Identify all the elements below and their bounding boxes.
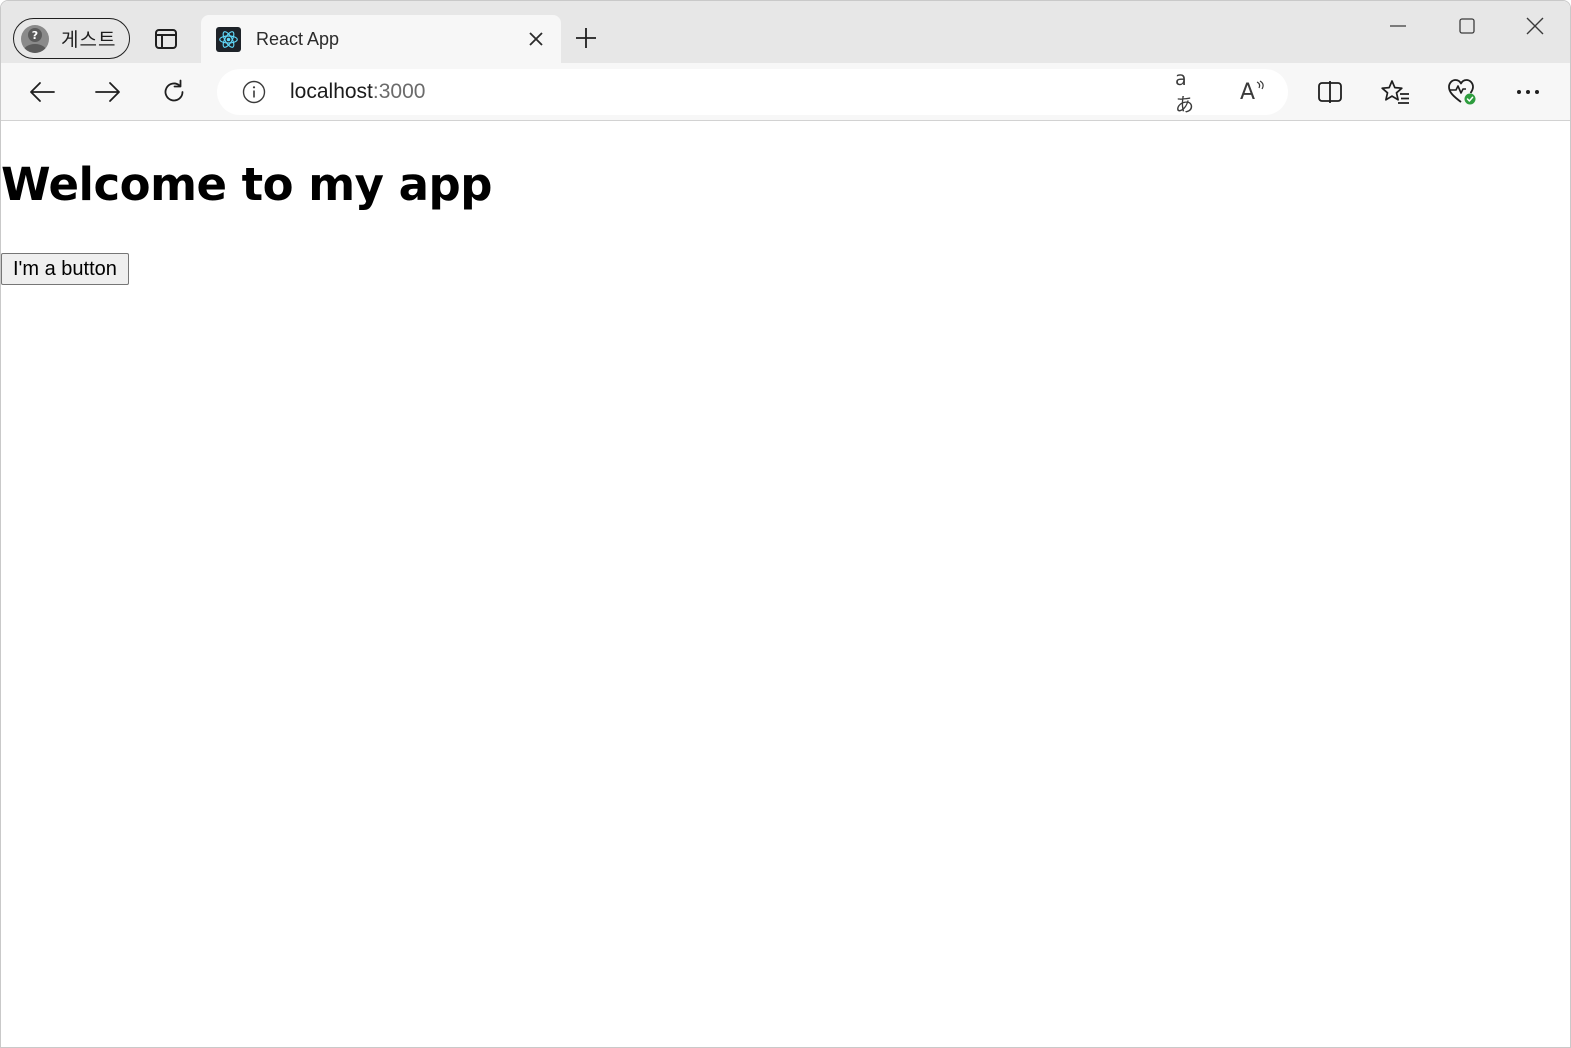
url-text[interactable]: localhost:3000	[290, 80, 425, 104]
tab-strip: ? 게스트 React App	[1, 1, 1570, 63]
browser-window: ? 게스트 React App localhost:3000 aあ A Welc…	[0, 0, 1571, 1048]
translate-button[interactable]: aあ	[1175, 68, 1205, 116]
close-icon	[529, 32, 543, 46]
svg-text:?: ?	[32, 29, 38, 42]
split-screen-icon	[1318, 81, 1342, 103]
guest-avatar-icon: ?	[21, 24, 49, 53]
url-port: :3000	[372, 80, 426, 103]
maximize-button[interactable]	[1444, 9, 1490, 43]
minimize-icon	[1390, 25, 1406, 27]
more-horizontal-icon	[1517, 90, 1539, 94]
forward-button[interactable]	[88, 72, 128, 112]
page-title: Welcome to my app	[1, 158, 492, 211]
plus-icon	[576, 28, 596, 48]
refresh-icon	[164, 79, 184, 102]
refresh-button[interactable]	[154, 72, 194, 112]
maximize-icon	[1459, 18, 1475, 34]
back-button[interactable]	[22, 72, 62, 112]
tab-actions-button[interactable]	[149, 23, 183, 55]
tab-title: React App	[256, 28, 340, 49]
heart-pulse-icon	[1448, 79, 1476, 105]
tab-close-button[interactable]	[525, 28, 547, 50]
arrow-left-icon	[30, 82, 55, 102]
translate-icon: aあ	[1175, 67, 1195, 116]
star-list-icon	[1381, 80, 1409, 104]
im-a-button[interactable]: I'm a button	[1, 253, 129, 285]
arrow-right-icon	[95, 82, 120, 102]
info-icon	[242, 80, 266, 104]
profile-button[interactable]: ? 게스트	[13, 18, 130, 59]
minimize-button[interactable]	[1375, 9, 1421, 43]
page-viewport: Welcome to my app I'm a button	[1, 122, 1570, 1047]
react-logo-icon	[216, 26, 241, 52]
url-host: localhost	[290, 80, 373, 103]
profile-label: 게스트	[61, 30, 117, 51]
site-info-button[interactable]	[241, 79, 267, 105]
tab-react-app[interactable]: React App	[201, 15, 561, 63]
browser-essentials-button[interactable]	[1445, 75, 1479, 109]
split-screen-button[interactable]	[1313, 75, 1347, 109]
window-close-button[interactable]	[1512, 9, 1558, 43]
read-aloud-button[interactable]: A	[1236, 78, 1266, 106]
favorites-button[interactable]	[1379, 75, 1413, 109]
tab-actions-icon	[155, 29, 177, 49]
browser-toolbar: localhost:3000 aあ A	[1, 63, 1570, 121]
new-tab-button[interactable]	[571, 23, 601, 53]
read-aloud-icon: A	[1237, 79, 1265, 105]
address-bar[interactable]: localhost:3000 aあ A	[217, 68, 1288, 116]
close-icon	[1526, 17, 1544, 35]
settings-and-more-button[interactable]	[1511, 75, 1545, 109]
